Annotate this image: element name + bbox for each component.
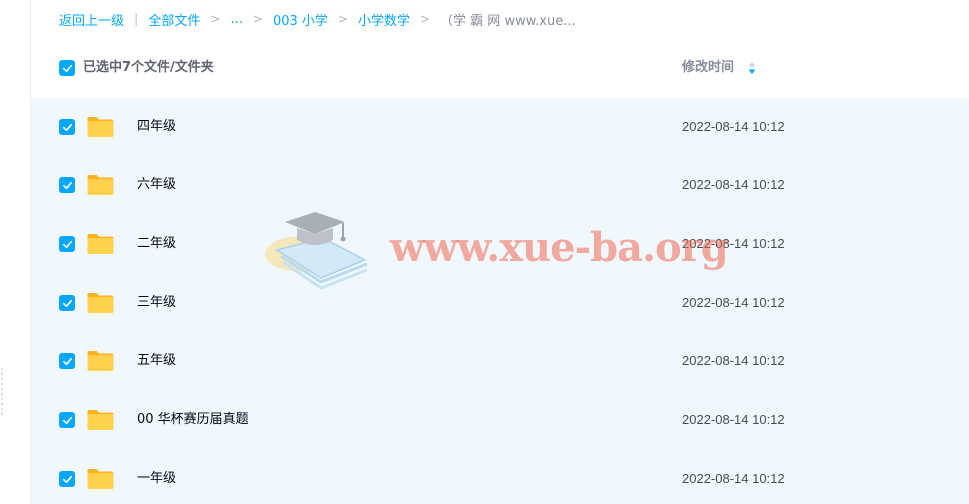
folder-icon bbox=[87, 410, 114, 430]
row-checkbox[interactable] bbox=[59, 177, 75, 193]
table-row[interactable]: 六年级 2022-08-14 10:12 bbox=[31, 156, 969, 215]
breadcrumb-current: （学 霸 网 www.xue... bbox=[440, 13, 576, 29]
file-name[interactable]: 五年级 bbox=[137, 352, 176, 370]
modified-time: 2022-08-14 10:12 bbox=[682, 119, 785, 134]
table-row[interactable]: 一年级 2022-08-14 10:12 bbox=[31, 450, 969, 504]
checkmark-icon bbox=[62, 299, 72, 307]
row-checkbox[interactable] bbox=[59, 295, 75, 311]
resize-handle[interactable] bbox=[1, 368, 3, 416]
selection-count: 已选中7个文件/文件夹 bbox=[83, 60, 214, 75]
folder-icon bbox=[87, 175, 114, 195]
left-sidebar-edge bbox=[0, 0, 31, 504]
chevron-right-icon: > bbox=[252, 12, 263, 26]
checkmark-icon bbox=[62, 357, 72, 365]
sort-arrows-icon[interactable] bbox=[747, 60, 757, 76]
checkmark-icon bbox=[62, 475, 72, 483]
modified-time: 2022-08-14 10:12 bbox=[682, 177, 785, 192]
file-name[interactable]: 三年级 bbox=[137, 294, 176, 312]
folder-icon bbox=[87, 117, 114, 137]
breadcrumb-separator: | bbox=[134, 11, 139, 27]
modified-time: 2022-08-14 10:12 bbox=[682, 295, 785, 310]
modified-time: 2022-08-14 10:12 bbox=[682, 353, 785, 368]
checkmark-icon bbox=[62, 416, 72, 424]
table-row[interactable]: 00 华杯赛历届真题 2022-08-14 10:12 bbox=[31, 391, 969, 450]
table-row[interactable]: 三年级 2022-08-14 10:12 bbox=[31, 274, 969, 333]
breadcrumb: 返回上一级 | 全部文件 > ... > 003 小学 > 小学数学 > （学 … bbox=[59, 8, 576, 30]
folder-icon bbox=[87, 351, 114, 371]
table-row[interactable]: 四年级 2022-08-14 10:12 bbox=[31, 98, 969, 157]
folder-icon bbox=[87, 234, 114, 254]
checkmark-icon bbox=[62, 240, 72, 248]
table-row[interactable]: 二年级 2022-08-14 10:12 bbox=[31, 215, 969, 274]
folder-icon bbox=[87, 293, 114, 313]
chevron-right-icon: > bbox=[210, 12, 221, 26]
row-checkbox[interactable] bbox=[59, 471, 75, 487]
file-name[interactable]: 四年级 bbox=[137, 118, 176, 136]
table-row[interactable]: 五年级 2022-08-14 10:12 bbox=[31, 332, 969, 391]
breadcrumb-item[interactable]: 003 小学 bbox=[273, 10, 328, 29]
back-link[interactable]: 返回上一级 bbox=[59, 10, 124, 29]
file-browser: 返回上一级 | 全部文件 > ... > 003 小学 > 小学数学 > （学 … bbox=[0, 0, 969, 504]
modified-time: 2022-08-14 10:12 bbox=[682, 236, 785, 251]
modified-time: 2022-08-14 10:12 bbox=[682, 471, 785, 486]
checkmark-icon bbox=[62, 181, 72, 189]
row-checkbox[interactable] bbox=[59, 353, 75, 369]
checkmark-icon bbox=[62, 64, 72, 72]
modified-time: 2022-08-14 10:12 bbox=[682, 412, 785, 427]
row-checkbox[interactable] bbox=[59, 119, 75, 135]
select-all-checkbox[interactable] bbox=[59, 60, 75, 76]
breadcrumb-all-files[interactable]: 全部文件 bbox=[148, 10, 200, 29]
breadcrumb-item[interactable]: 小学数学 bbox=[358, 10, 410, 29]
main-panel: 返回上一级 | 全部文件 > ... > 003 小学 > 小学数学 > （学 … bbox=[31, 0, 969, 504]
file-name[interactable]: 二年级 bbox=[137, 235, 176, 253]
list-header: 已选中7个文件/文件夹 修改时间 bbox=[31, 48, 969, 88]
row-checkbox[interactable] bbox=[59, 412, 75, 428]
chevron-right-icon: > bbox=[337, 12, 348, 26]
file-list: 四年级 2022-08-14 10:12 六年级 2022-08-14 10:1… bbox=[31, 98, 969, 504]
checkmark-icon bbox=[62, 123, 72, 131]
chevron-right-icon: > bbox=[419, 12, 431, 26]
file-name[interactable]: 00 华杯赛历届真题 bbox=[137, 411, 249, 429]
row-checkbox[interactable] bbox=[59, 236, 75, 252]
folder-icon bbox=[87, 469, 114, 489]
breadcrumb-ellipsis[interactable]: ... bbox=[230, 12, 242, 27]
file-name[interactable]: 一年级 bbox=[137, 470, 176, 488]
modified-time-column-header[interactable]: 修改时间 bbox=[682, 60, 734, 76]
file-name[interactable]: 六年级 bbox=[137, 176, 176, 194]
